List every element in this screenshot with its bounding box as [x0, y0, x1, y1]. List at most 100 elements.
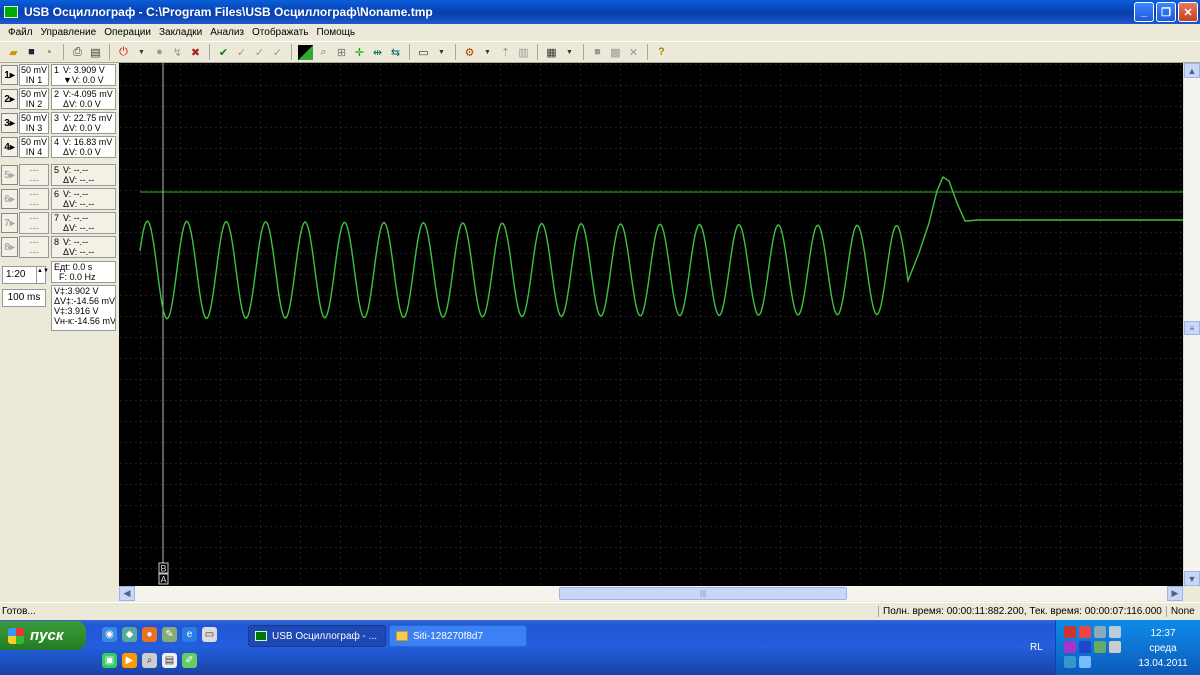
dropdown-arrow-icon[interactable]: ▼ — [562, 45, 577, 60]
channel-button[interactable]: 5▸ — [1, 165, 18, 185]
zoom-input[interactable]: 1:20 ▲▼ — [2, 266, 49, 284]
horizontal-scrollbar[interactable]: ◀ ||| ▶ — [119, 586, 1183, 601]
color-icon[interactable] — [298, 44, 313, 60]
display-icon[interactable]: ▦ — [544, 45, 559, 60]
bluetooth-icon[interactable] — [1079, 641, 1091, 653]
meter-icon[interactable]: ▭ — [416, 45, 431, 60]
app-icon[interactable] — [1064, 656, 1076, 668]
firefox-icon[interactable]: ● — [142, 627, 157, 642]
close-button[interactable]: ✕ — [1178, 2, 1198, 22]
cancel-icon[interactable]: ✕ — [626, 45, 641, 60]
signal-icon[interactable] — [1094, 641, 1106, 653]
check-icon[interactable]: ✓ — [234, 45, 249, 60]
power-icon[interactable] — [1109, 626, 1121, 638]
save-as-icon[interactable]: ▪ — [42, 45, 57, 60]
dropdown-arrow-icon[interactable]: ▼ — [434, 45, 449, 60]
step-icon[interactable]: ↯ — [170, 45, 185, 60]
language-indicator[interactable]: RL — [1030, 642, 1043, 653]
channel-button[interactable]: 7▸ — [1, 213, 18, 233]
print-preview-icon[interactable]: ▤ — [88, 45, 103, 60]
menu-analysis[interactable]: Анализ — [206, 27, 248, 38]
value-label: ΔV: — [63, 247, 78, 257]
maximize-button[interactable]: ❐ — [1156, 2, 1176, 22]
zoom-spinner[interactable]: ▲▼ — [36, 267, 49, 283]
app-launcher-icon[interactable]: ◆ — [122, 627, 137, 642]
taskbar-item-oscilloscope[interactable]: USB Осциллограф - ... — [248, 625, 386, 647]
check-icon[interactable]: ✔ — [216, 45, 231, 60]
channel-scale[interactable]: --- --- — [19, 236, 49, 258]
channel-scale[interactable]: 50 mV IN 4 — [19, 136, 49, 158]
channel-row: 5▸ --- --- 5 V: --.-- ΔV: --.-- — [0, 163, 119, 187]
menu-control[interactable]: Управление — [37, 27, 101, 38]
app-launcher-icon[interactable]: ✎ — [162, 627, 177, 642]
grid-icon[interactable]: ▩ — [608, 45, 623, 60]
dropdown-arrow-icon[interactable]: ▼ — [480, 45, 495, 60]
channel-scale[interactable]: 50 mV IN 2 — [19, 88, 49, 110]
channel-scale[interactable]: --- --- — [19, 212, 49, 234]
dropdown-arrow-icon[interactable]: ▼ — [134, 45, 149, 60]
help-icon[interactable]: ? — [654, 45, 669, 60]
media-icon[interactable]: ▶ — [122, 653, 137, 668]
menu-bookmarks[interactable]: Закладки — [155, 27, 206, 38]
measure-icon[interactable]: ⊞ — [334, 45, 349, 60]
menu-file[interactable]: Файл — [4, 27, 37, 38]
network-icon[interactable] — [1064, 626, 1076, 638]
channel-button[interactable]: 8▸ — [1, 237, 18, 257]
channel-scale[interactable]: --- --- — [19, 188, 49, 210]
signal-icon[interactable]: ▥ — [516, 45, 531, 60]
scroll-grip[interactable]: ≡ — [1184, 321, 1200, 335]
voltage-value: --.-- — [73, 165, 89, 175]
search-icon[interactable]: ⌕ — [142, 653, 157, 668]
record-icon[interactable]: ● — [152, 45, 167, 60]
start-button[interactable]: пуск — [0, 621, 86, 650]
menu-view[interactable]: Отображать — [248, 27, 312, 38]
save-icon[interactable]: ■ — [24, 45, 39, 60]
menu-help[interactable]: Помощь — [313, 27, 360, 38]
channel-button[interactable]: 4▸ — [1, 137, 18, 157]
scroll-down-button[interactable]: ▼ — [1184, 571, 1200, 586]
channel-button[interactable]: 2▸ — [1, 89, 18, 109]
show-desktop-icon[interactable]: ▭ — [202, 627, 217, 642]
taskbar-item-folder[interactable]: Siti-128270f8d7 — [389, 625, 527, 647]
print-icon[interactable]: ⎙ — [70, 45, 85, 60]
signal-icon[interactable]: ⇡ — [498, 45, 513, 60]
channel-button[interactable]: 3▸ — [1, 113, 18, 133]
app-launcher-icon[interactable]: ✐ — [182, 653, 197, 668]
check-icon[interactable]: ✓ — [252, 45, 267, 60]
app-icon[interactable] — [1079, 656, 1091, 668]
app-icon — [255, 631, 267, 641]
oscilloscope-display[interactable]: B A — [119, 63, 1183, 586]
clock[interactable]: 12:37 среда 13.04.2011 — [1128, 626, 1198, 671]
stop-icon[interactable]: ■ — [590, 45, 605, 60]
app-icon[interactable] — [1064, 641, 1076, 653]
volume-icon[interactable] — [1109, 641, 1121, 653]
cursor-v-icon[interactable]: ⇹ — [370, 45, 385, 60]
power-icon[interactable]: ⏻ — [116, 45, 131, 60]
channel-button[interactable]: 6▸ — [1, 189, 18, 209]
channel-scale[interactable]: 50 mV IN 3 — [19, 112, 49, 134]
document-icon[interactable]: ▤ — [162, 653, 177, 668]
scroll-left-button[interactable]: ◀ — [119, 586, 135, 601]
app-launcher-icon[interactable]: ▣ — [102, 653, 117, 668]
menu-operations[interactable]: Операции — [100, 27, 155, 38]
timebase-field[interactable]: 100 ms — [2, 289, 46, 307]
channel-button[interactable]: 1▸ — [1, 65, 18, 85]
vertical-scrollbar[interactable]: ▲ ≡ ▼ — [1183, 63, 1200, 586]
antivirus-icon[interactable] — [1079, 626, 1091, 638]
channel-scale[interactable]: --- --- — [19, 164, 49, 186]
tools-icon[interactable]: ✖ — [188, 45, 203, 60]
scroll-right-button[interactable]: ▶ — [1167, 586, 1183, 601]
generator-icon[interactable]: ⚙ — [462, 45, 477, 60]
check-icon[interactable]: ✓ — [270, 45, 285, 60]
cursors-icon[interactable]: ⇆ — [388, 45, 403, 60]
channel-scale[interactable]: 50 mV IN 1 — [19, 64, 49, 86]
scroll-thumb[interactable]: ||| — [559, 587, 847, 600]
scroll-up-button[interactable]: ▲ — [1184, 63, 1200, 78]
app-launcher-icon[interactable]: ◉ — [102, 627, 117, 642]
cursor-h-icon[interactable]: ✛ — [352, 45, 367, 60]
ie-icon[interactable]: e — [182, 627, 197, 642]
zoom-icon[interactable]: ⌕ — [316, 45, 331, 60]
minimize-button[interactable]: _ — [1134, 2, 1154, 22]
open-icon[interactable]: ▰ — [6, 45, 21, 60]
monitor-icon[interactable] — [1094, 626, 1106, 638]
